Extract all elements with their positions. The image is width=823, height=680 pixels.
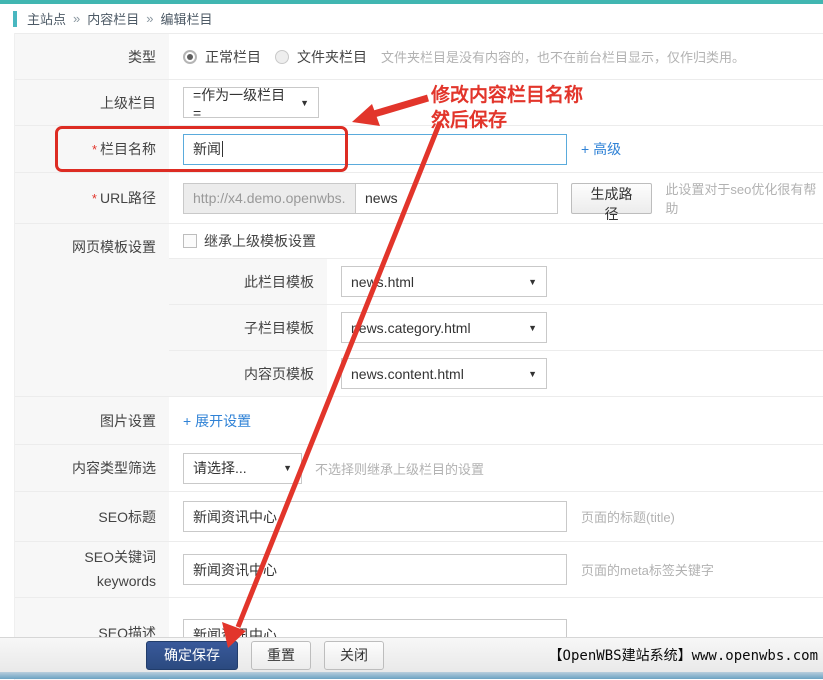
column-template-label: 此栏目模板 [169, 259, 327, 304]
inherit-checkbox-label[interactable]: 继承上级模板设置 [204, 231, 316, 251]
parent-column-select[interactable]: =作为一级栏目= ▼ [183, 87, 319, 118]
annotation-line2: 然后保存 [431, 108, 583, 133]
content-page-template-row: 内容页模板 news.content.html ▼ [169, 350, 823, 396]
caret-down-icon: ▼ [528, 369, 537, 379]
template-settings-row: 网页模板设置 继承上级模板设置 此栏目模板 news.html ▼ [15, 223, 823, 396]
inherit-checkbox[interactable] [183, 234, 197, 248]
required-asterisk: * [92, 191, 97, 206]
breadcrumb-marker [13, 11, 17, 27]
content-type-selected-value: 请选择... [193, 458, 247, 478]
advanced-link[interactable]: + 高级 [581, 139, 621, 159]
annotation-line1: 修改内容栏目名称 [431, 83, 583, 108]
seo-title-row: SEO标题 页面的标题(title) [15, 491, 823, 541]
breadcrumb-item-site[interactable]: 主站点 [27, 9, 66, 28]
content-type-select[interactable]: 请选择... ▼ [183, 453, 302, 484]
column-name-value: 新闻 [193, 139, 221, 159]
parent-column-row: 上级栏目 =作为一级栏目= ▼ [15, 79, 823, 125]
bottom-action-bar: 确定保存 重置 关闭 【OpenWBS建站系统】www.openwbs.com [0, 637, 823, 672]
content-type-hint: 不选择则继承上级栏目的设置 [315, 459, 484, 478]
column-name-label: * 栏目名称 [15, 126, 169, 172]
bottom-edge-bar [0, 672, 823, 679]
subcolumn-template-select[interactable]: news.category.html ▼ [341, 312, 547, 343]
url-path-row: * URL路径 生成路径 此设置对于seo优化很有帮助 [15, 172, 823, 223]
type-hint: 文件夹栏目是没有内容的，也不在前台栏目显示，仅作归类用。 [381, 47, 745, 66]
breadcrumb-separator: » [146, 11, 153, 26]
content-page-template-label: 内容页模板 [169, 351, 327, 396]
column-template-row: 此栏目模板 news.html ▼ [169, 258, 823, 304]
annotation-note: 修改内容栏目名称 然后保存 [431, 83, 583, 133]
seo-keywords-hint: 页面的meta标签关键字 [581, 560, 714, 579]
seo-title-hint: 页面的标题(title) [581, 507, 675, 526]
subcolumn-template-value: news.category.html [351, 320, 471, 336]
image-settings-row: 图片设置 + 展开设置 [15, 396, 823, 444]
url-path-label: * URL路径 [15, 173, 169, 223]
breadcrumb-item-content-columns[interactable]: 内容栏目 [87, 9, 139, 28]
radio-normal-label[interactable]: 正常栏目 [205, 47, 261, 67]
caret-down-icon: ▼ [300, 98, 309, 108]
breadcrumb: 主站点 » 内容栏目 » 编辑栏目 [0, 4, 823, 33]
seo-title-input[interactable] [183, 501, 567, 532]
type-row: 类型 正常栏目 文件夹栏目 文件夹栏目是没有内容的，也不在前台栏目显示，仅作归类… [15, 33, 823, 79]
subcolumn-template-row: 子栏目模板 news.category.html ▼ [169, 304, 823, 350]
url-path-input[interactable] [355, 183, 558, 214]
radio-normal-column[interactable]: 正常栏目 [183, 47, 261, 67]
column-name-row: * 栏目名称 新闻 + 高级 [15, 125, 823, 172]
type-label: 类型 [15, 34, 169, 79]
content-type-filter-row: 内容类型筛选 请选择... ▼ 不选择则继承上级栏目的设置 [15, 444, 823, 491]
seo-title-label: SEO标题 [15, 492, 169, 541]
breadcrumb-item-edit-column: 编辑栏目 [161, 9, 213, 28]
generate-path-button[interactable]: 生成路径 [571, 183, 653, 214]
seo-keywords-input[interactable] [183, 554, 567, 585]
text-cursor [222, 141, 223, 157]
save-button[interactable]: 确定保存 [146, 641, 238, 670]
column-template-select[interactable]: news.html ▼ [341, 266, 547, 297]
breadcrumb-separator: » [73, 11, 80, 26]
seo-keywords-row: SEO关键词 keywords 页面的meta标签关键字 [15, 541, 823, 597]
seo-keywords-label: SEO关键词 keywords [15, 542, 169, 597]
parent-column-label: 上级栏目 [15, 80, 169, 125]
inherit-template-option[interactable]: 继承上级模板设置 [169, 224, 823, 258]
radio-unselected-icon[interactable] [275, 50, 289, 64]
radio-folder-column[interactable]: 文件夹栏目 [275, 47, 367, 67]
template-settings-label: 网页模板设置 [15, 224, 169, 396]
url-path-hint: 此设置对于seo优化很有帮助 [665, 179, 823, 217]
edit-column-page: 主站点 » 内容栏目 » 编辑栏目 类型 正常栏目 文件夹栏目 文件夹栏目是没有… [0, 0, 823, 679]
required-asterisk: * [92, 142, 97, 157]
column-template-value: news.html [351, 274, 414, 290]
url-base-input [183, 183, 356, 214]
caret-down-icon: ▼ [283, 463, 292, 473]
parent-column-selected-value: =作为一级栏目= [193, 85, 290, 121]
openwbs-watermark: 【OpenWBS建站系统】www.openwbs.com [549, 645, 818, 665]
radio-folder-label[interactable]: 文件夹栏目 [297, 47, 367, 67]
caret-down-icon: ▼ [528, 323, 537, 333]
edit-column-form: 类型 正常栏目 文件夹栏目 文件夹栏目是没有内容的，也不在前台栏目显示，仅作归类… [14, 33, 823, 680]
radio-selected-icon[interactable] [183, 50, 197, 64]
reset-button[interactable]: 重置 [251, 641, 311, 670]
caret-down-icon: ▼ [528, 277, 537, 287]
column-name-input[interactable]: 新闻 [183, 134, 567, 165]
content-page-template-value: news.content.html [351, 366, 464, 382]
expand-settings-link[interactable]: + 展开设置 [183, 411, 251, 431]
close-button[interactable]: 关闭 [324, 641, 384, 670]
subcolumn-template-label: 子栏目模板 [169, 305, 327, 350]
content-type-filter-label: 内容类型筛选 [15, 445, 169, 491]
content-page-template-select[interactable]: news.content.html ▼ [341, 358, 547, 389]
image-settings-label: 图片设置 [15, 397, 169, 444]
